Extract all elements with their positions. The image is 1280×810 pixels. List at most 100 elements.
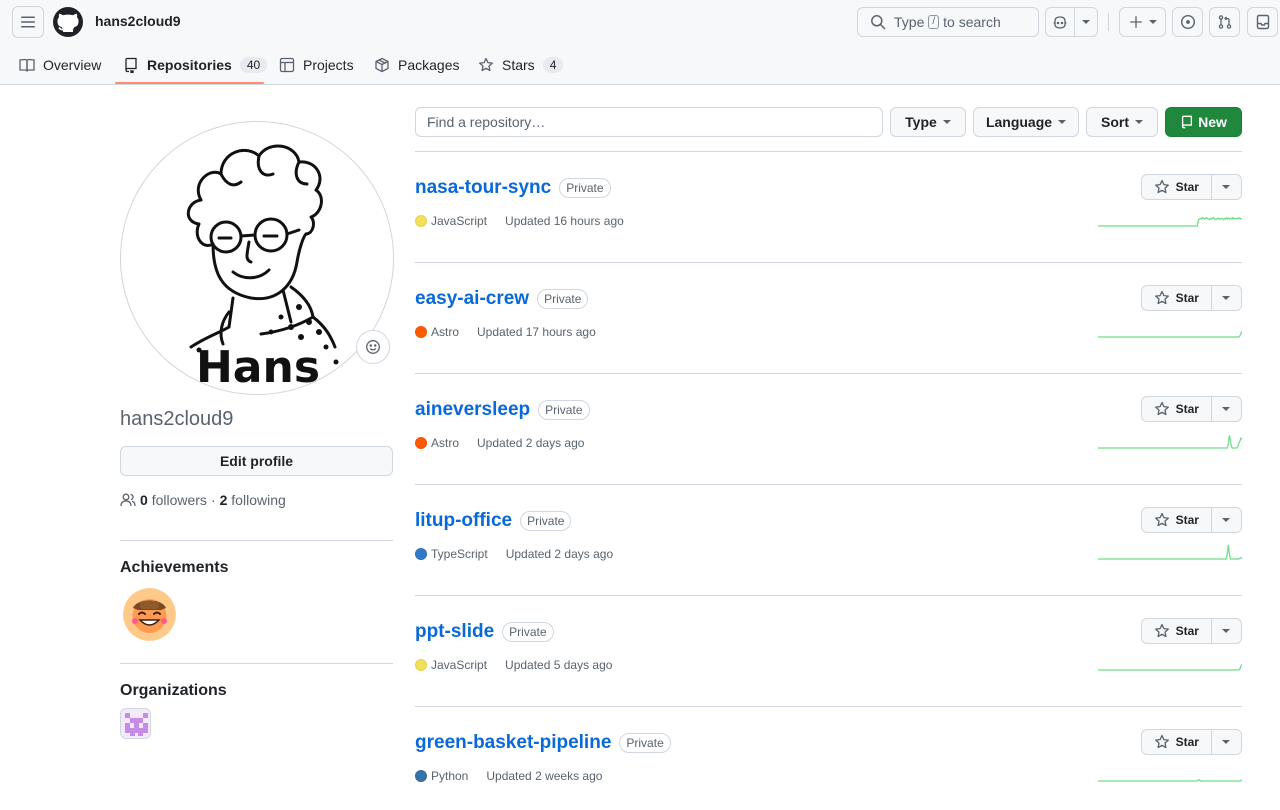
repository-item: easy-ai-crew Private Astro Updated 17 ho… xyxy=(415,263,1242,374)
chevron-down-icon xyxy=(1222,296,1231,300)
find-repository-input[interactable] xyxy=(415,107,883,137)
repo-updated-time: Updated 16 hours ago xyxy=(505,214,624,228)
star-list-dropdown[interactable] xyxy=(1212,286,1241,310)
organization-identicon xyxy=(121,709,150,738)
menu-button[interactable] xyxy=(12,6,44,38)
language-color-dot xyxy=(415,437,427,449)
repo-language: Astro xyxy=(431,436,460,450)
star-button-group: Star xyxy=(1141,285,1242,311)
star-list-dropdown[interactable] xyxy=(1212,619,1241,643)
repo-name-link[interactable]: nasa-tour-sync xyxy=(415,177,551,199)
activity-sparkline-line xyxy=(1098,778,1242,782)
avatar-illustration: Hans xyxy=(186,144,339,393)
tab-packages[interactable]: Packages xyxy=(374,45,459,85)
star-button-group: Star xyxy=(1141,507,1242,533)
language-color-dot xyxy=(415,215,427,227)
inbox-icon xyxy=(1256,14,1269,30)
git-pull-request-icon xyxy=(1218,15,1231,29)
inbox-button[interactable] xyxy=(1247,7,1278,37)
repo-language: TypeScript xyxy=(431,547,488,561)
star-list-dropdown[interactable] xyxy=(1212,175,1241,199)
star-icon xyxy=(1154,290,1169,305)
achievement-badge-yolo[interactable] xyxy=(123,588,176,641)
tab-projects[interactable]: Projects xyxy=(279,45,354,85)
chevron-down-icon xyxy=(1222,518,1231,522)
repo-language: JavaScript xyxy=(431,214,488,228)
activity-sparkline xyxy=(1098,216,1242,227)
repo-name-link[interactable]: green-basket-pipeline xyxy=(415,732,611,754)
followers-link[interactable]: 0 followers xyxy=(140,492,207,508)
pull-requests-button[interactable] xyxy=(1209,7,1240,37)
star-list-dropdown[interactable] xyxy=(1212,730,1241,754)
star-button[interactable]: Star xyxy=(1142,619,1212,643)
table-icon xyxy=(279,57,295,73)
create-new-button[interactable] xyxy=(1119,7,1166,37)
header-username[interactable]: hans2cloud9 xyxy=(95,13,181,29)
follow-separator: · xyxy=(210,492,216,508)
tab-repositories-label: Repositories xyxy=(147,57,232,73)
repo-updated-time: Updated 5 days ago xyxy=(505,658,613,672)
activity-sparkline xyxy=(1098,435,1242,449)
tab-overview-label: Overview xyxy=(43,57,102,73)
top-header: hans2cloud9 Type / to search Overview Re… xyxy=(0,0,1280,85)
following-label: following xyxy=(231,492,286,508)
following-count: 2 xyxy=(219,492,228,508)
repo-language: Astro xyxy=(431,325,460,339)
star-button-group: Star xyxy=(1141,396,1242,422)
repo-visibility-badge: Private xyxy=(520,511,572,531)
repository-item: nasa-tour-sync Private JavaScript Update… xyxy=(415,152,1242,263)
new-repository-button[interactable]: New xyxy=(1165,107,1242,137)
sort-button[interactable]: Sort xyxy=(1086,107,1158,137)
repo-title-row: easy-ai-crew Private xyxy=(415,288,589,310)
tab-overview[interactable]: Overview xyxy=(19,45,101,85)
issues-button[interactable] xyxy=(1172,7,1203,37)
star-button[interactable]: Star xyxy=(1142,286,1212,310)
copilot-button[interactable] xyxy=(1046,8,1076,36)
followers-label: followers xyxy=(151,492,207,508)
repository-item: green-basket-pipeline Private Python Upd… xyxy=(415,707,1242,810)
organization-avatar[interactable] xyxy=(120,708,151,739)
repo-title-row: aineversleep Private xyxy=(415,399,590,421)
activity-sparkline-line xyxy=(1098,435,1242,449)
star-button[interactable]: Star xyxy=(1142,397,1212,421)
repo-name-link[interactable]: litup-office xyxy=(415,510,512,532)
tab-projects-label: Projects xyxy=(303,57,354,73)
star-list-dropdown[interactable] xyxy=(1212,508,1241,532)
star-button[interactable]: Star xyxy=(1142,730,1212,754)
language-filter-button[interactable]: Language xyxy=(973,107,1079,137)
profile-avatar[interactable]: Hans xyxy=(120,121,394,395)
star-button[interactable]: Star xyxy=(1142,175,1212,199)
star-list-dropdown[interactable] xyxy=(1212,397,1241,421)
repo-name-link[interactable]: easy-ai-crew xyxy=(415,288,529,310)
repo-name-link[interactable]: ppt-slide xyxy=(415,621,494,643)
github-logo-icon[interactable] xyxy=(52,6,84,38)
repo-title-row: ppt-slide Private xyxy=(415,621,554,643)
header-divider xyxy=(1108,13,1109,31)
type-filter-button[interactable]: Type xyxy=(890,107,966,137)
copilot-dropdown-button[interactable] xyxy=(1075,8,1097,36)
repo-name-link[interactable]: aineversleep xyxy=(415,399,530,421)
star-icon xyxy=(479,57,493,72)
global-search[interactable]: Type / to search xyxy=(857,7,1039,37)
tab-repositories[interactable]: Repositories 40 xyxy=(123,45,268,85)
following-link[interactable]: 2 following xyxy=(220,492,286,508)
star-button-label: Star xyxy=(1175,624,1199,638)
star-button-label: Star xyxy=(1175,291,1199,305)
repo-visibility-badge: Private xyxy=(538,400,590,420)
star-icon xyxy=(1154,512,1169,527)
star-button-group: Star xyxy=(1141,174,1242,200)
repo-meta: Astro Updated 2 days ago xyxy=(415,436,584,450)
sidebar-divider xyxy=(120,663,393,664)
organizations-heading: Organizations xyxy=(120,682,227,699)
type-filter-label: Type xyxy=(905,114,937,130)
tab-stars[interactable]: Stars 4 xyxy=(478,45,564,85)
sort-label: Sort xyxy=(1101,114,1129,130)
hamburger-icon xyxy=(21,16,35,28)
repo-language: Python xyxy=(431,769,469,783)
star-button[interactable]: Star xyxy=(1142,508,1212,532)
edit-profile-button[interactable]: Edit profile xyxy=(120,446,393,476)
sidebar-divider xyxy=(120,540,393,541)
tab-stars-label: Stars xyxy=(502,57,535,73)
set-status-button[interactable] xyxy=(356,330,390,364)
followers-count: 0 xyxy=(140,492,148,508)
